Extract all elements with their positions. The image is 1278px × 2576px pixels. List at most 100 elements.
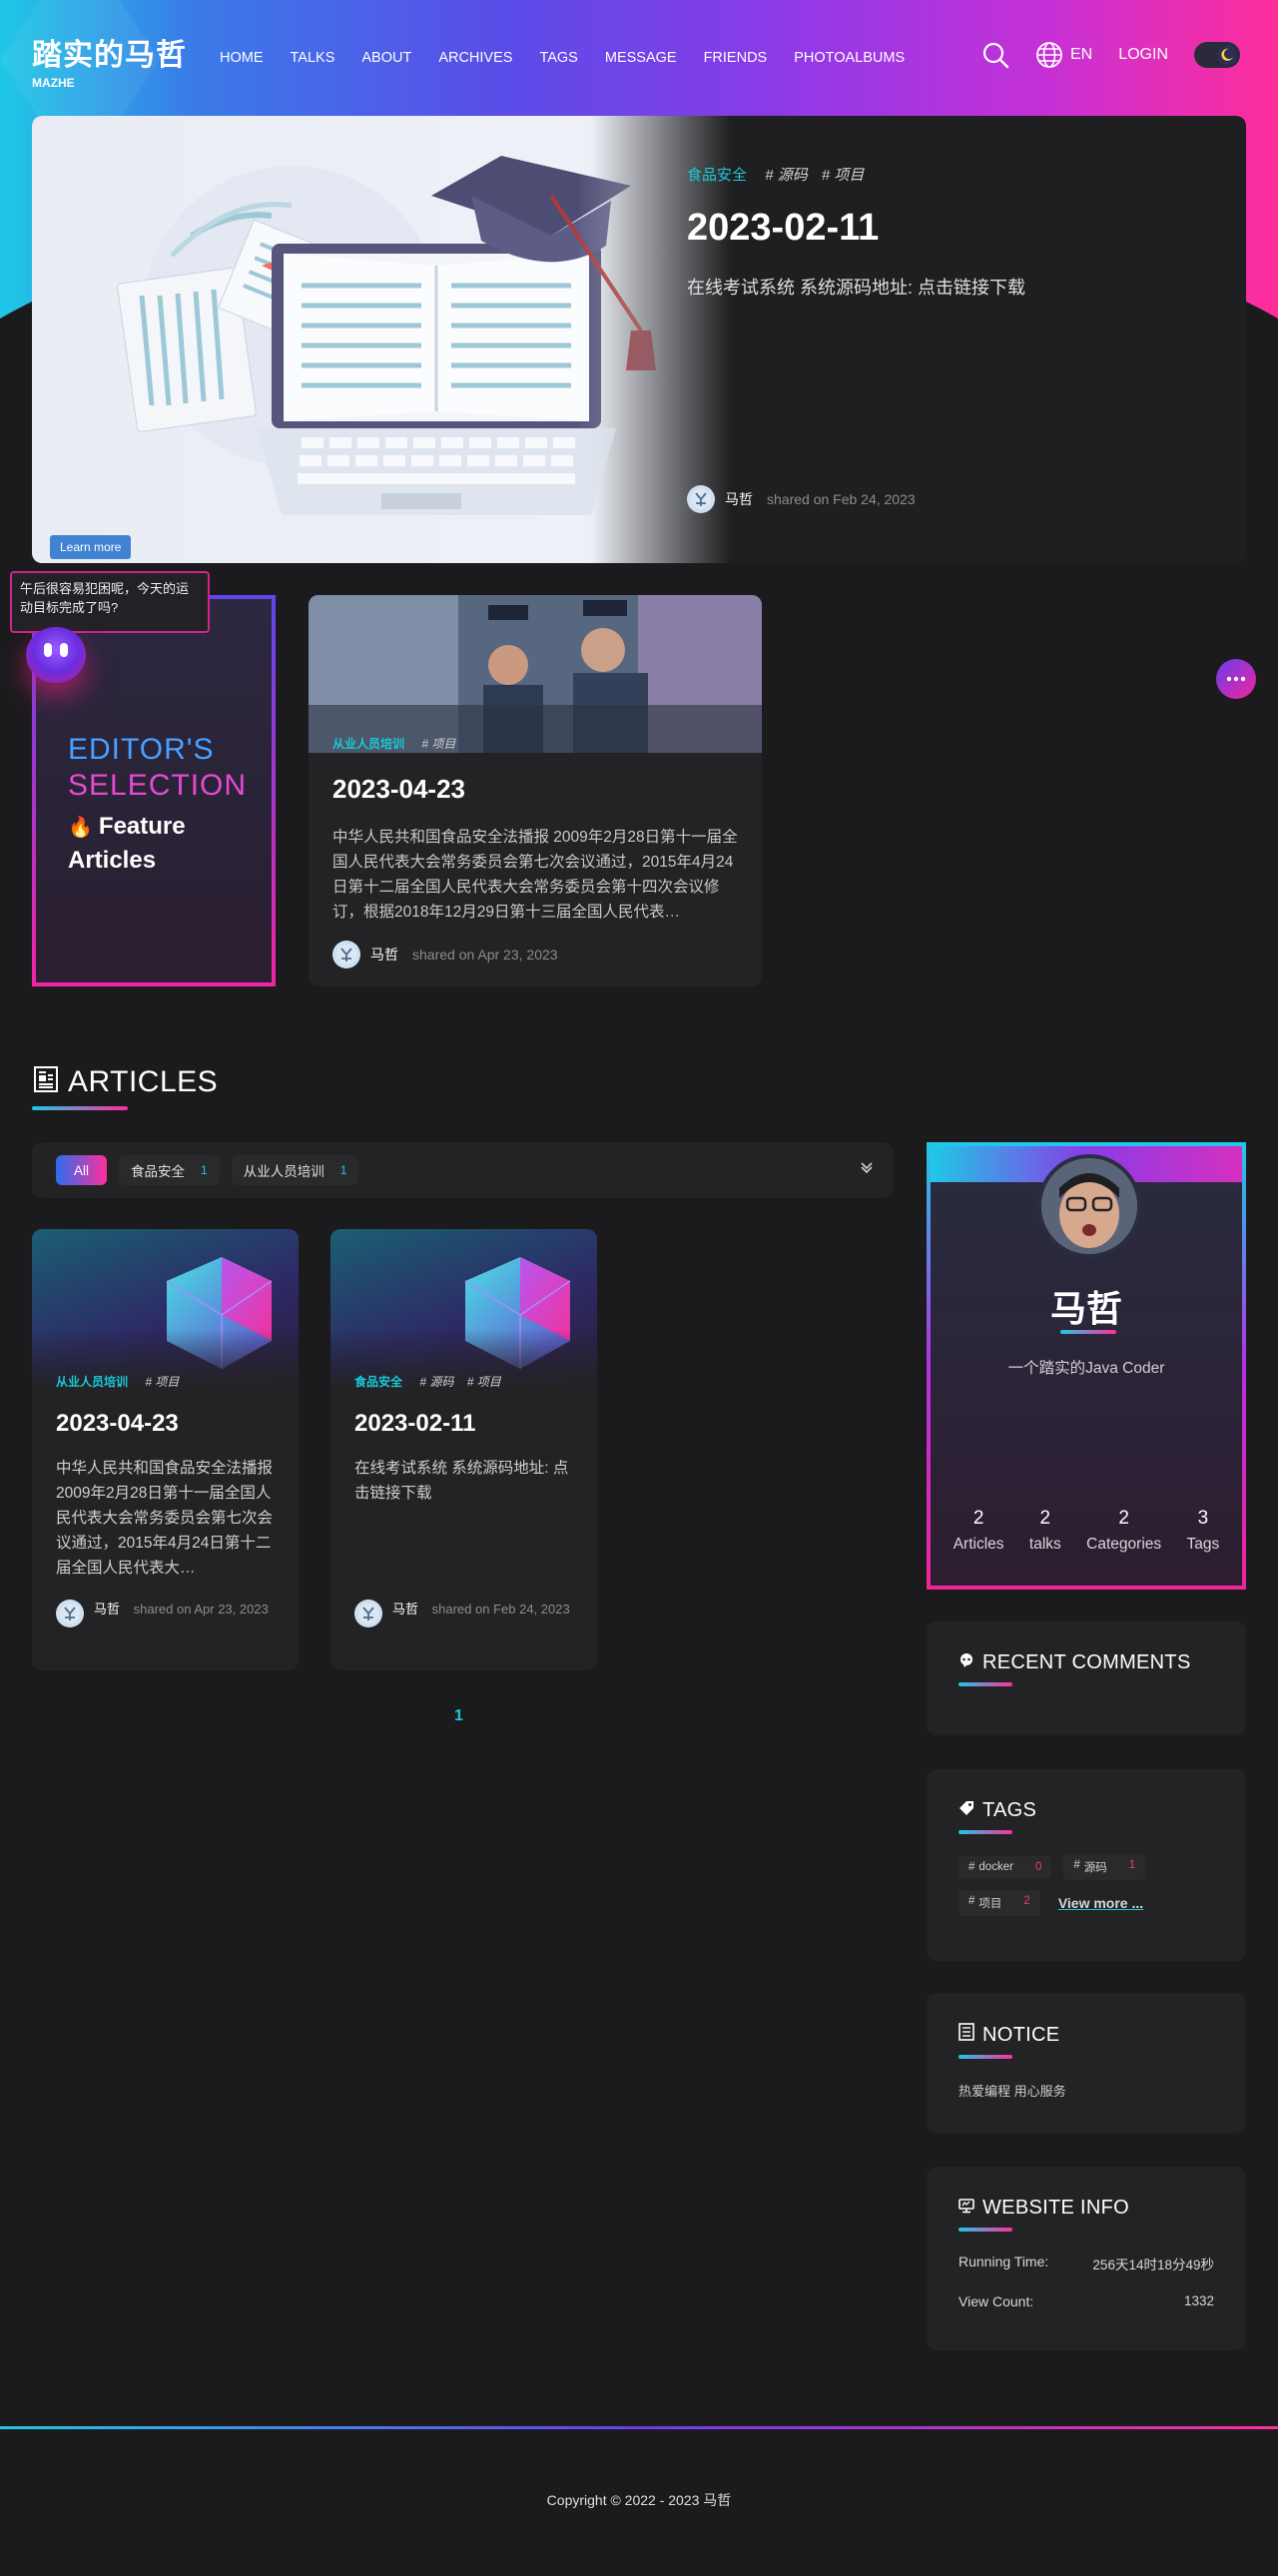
pagination-page-1[interactable]: 1 bbox=[454, 1707, 463, 1725]
filter-chip-all[interactable]: All bbox=[56, 1155, 108, 1185]
article-tag[interactable]: # 源码 bbox=[419, 1375, 453, 1389]
author-name[interactable]: 马哲 bbox=[370, 945, 398, 965]
stat-tags[interactable]: 3 Tags bbox=[1187, 1508, 1220, 1554]
section-underline bbox=[958, 2228, 1012, 2232]
stat-number: 2 bbox=[1118, 1508, 1129, 1529]
notice-title: NOTICE bbox=[982, 2023, 1060, 2046]
nav-item-about[interactable]: ABOUT bbox=[361, 50, 411, 66]
hero-illustration bbox=[32, 116, 731, 563]
articles-heading: ARTICLES bbox=[32, 1064, 218, 1099]
article-title[interactable]: 2023-02-11 bbox=[354, 1410, 573, 1438]
chevron-double-down-icon[interactable] bbox=[860, 1160, 874, 1179]
featured-hero-post[interactable]: 食品安全 # 源码 # 项目 2023-02-11 在线考试系统 系统源码地址:… bbox=[32, 116, 1246, 563]
author-name[interactable]: 马哲 bbox=[725, 489, 753, 509]
hero-category[interactable]: 食品安全 bbox=[687, 167, 747, 184]
editor-articles-label: Articles bbox=[68, 847, 157, 874]
fire-icon: 🔥 bbox=[68, 817, 93, 839]
author-name[interactable]: 马哲 bbox=[94, 1602, 120, 1616]
globe-icon[interactable] bbox=[1032, 38, 1066, 72]
mascot-robot-icon[interactable] bbox=[26, 627, 86, 683]
nav-item-tags[interactable]: TAGS bbox=[539, 50, 577, 66]
hero-post-info: 食品安全 # 源码 # 项目 2023-02-11 在线考试系统 系统源码地址:… bbox=[687, 164, 1206, 300]
view-count-label: View Count: bbox=[958, 2293, 1034, 2309]
stat-label: Articles bbox=[953, 1536, 1004, 1553]
article-category[interactable]: 食品安全 bbox=[354, 1375, 402, 1389]
language-switch[interactable]: EN bbox=[1070, 46, 1092, 64]
filter-chip-food-safety[interactable]: 食品安全 1 bbox=[119, 1155, 220, 1185]
filter-chip-count: 1 bbox=[201, 1163, 208, 1177]
featured-post-cover bbox=[309, 595, 762, 753]
login-button[interactable]: LOGIN bbox=[1118, 46, 1168, 64]
nav-item-archives[interactable]: ARCHIVES bbox=[438, 50, 512, 66]
filter-chip-staff-training[interactable]: 从业人员培训 1 bbox=[231, 1155, 359, 1185]
hero-post-excerpt: 在线考试系统 系统源码地址: 点击链接下载 bbox=[687, 278, 1026, 298]
running-time-label: Running Time: bbox=[958, 2254, 1049, 2269]
author-avatar bbox=[687, 485, 715, 513]
theme-toggle[interactable] bbox=[1194, 42, 1240, 68]
tag-item-docker[interactable]: # docker 0 bbox=[958, 1856, 1052, 1878]
article-category[interactable]: 从业人员培训 bbox=[56, 1375, 128, 1389]
section-underline bbox=[958, 1830, 1012, 1834]
article-excerpt: 在线考试系统 系统源码地址: 点击链接下载 bbox=[354, 1460, 569, 1502]
search-icon[interactable] bbox=[978, 38, 1012, 72]
article-tags: 从业人员培训 # 项目 bbox=[56, 1373, 275, 1390]
brand-title[interactable]: 踏实的马哲 bbox=[32, 30, 187, 74]
tag-count: 1 bbox=[1128, 1859, 1136, 1871]
featured-post-body: 从业人员培训 # 项目 2023-04-23 中华人民共和国食品安全法播报 20… bbox=[309, 735, 762, 968]
notice-icon bbox=[958, 2023, 974, 2047]
hero-post-title[interactable]: 2023-02-11 bbox=[687, 207, 1206, 250]
more-options-button[interactable] bbox=[1216, 659, 1256, 699]
article-tag[interactable]: # 项目 bbox=[467, 1375, 501, 1389]
article-card[interactable]: 食品安全 # 源码 # 项目 2023-02-11 在线考试系统 系统源码地址:… bbox=[330, 1229, 597, 1670]
notice-card: NOTICE 热爱编程 用心服务 bbox=[927, 1993, 1246, 2133]
moon-icon bbox=[1217, 45, 1237, 65]
robot-eye bbox=[60, 643, 68, 657]
featured-post-title[interactable]: 2023-04-23 bbox=[332, 774, 738, 805]
newspaper-icon bbox=[32, 1064, 60, 1099]
featured-post-card[interactable]: 从业人员培训 # 项目 2023-04-23 中华人民共和国食品安全法播报 20… bbox=[309, 595, 762, 986]
nav-item-home[interactable]: HOME bbox=[220, 50, 264, 66]
section-underline bbox=[958, 1682, 1012, 1686]
editor-title-line2: SELECTION bbox=[68, 769, 248, 802]
article-meta: 马哲 shared on Apr 23, 2023 bbox=[56, 1600, 275, 1627]
stat-categories[interactable]: 2 Categories bbox=[1086, 1508, 1161, 1554]
article-meta-text: 马哲 shared on Feb 24, 2023 bbox=[392, 1600, 570, 1618]
article-title[interactable]: 2023-04-23 bbox=[56, 1410, 275, 1438]
stat-articles[interactable]: 2 Articles bbox=[954, 1508, 1004, 1554]
article-meta-text: 马哲 shared on Apr 23, 2023 bbox=[94, 1600, 269, 1618]
hero-tags: 食品安全 # 源码 # 项目 bbox=[687, 164, 1206, 185]
author-avatar bbox=[354, 1600, 382, 1627]
recent-comments-title: RECENT COMMENTS bbox=[982, 1651, 1191, 1673]
stat-label: talks bbox=[1028, 1536, 1061, 1553]
nav-item-photoalbums[interactable]: PHOTOALBUMS bbox=[794, 50, 905, 66]
website-info-heading: WEBSITE INFO bbox=[958, 2197, 1214, 2220]
profile-avatar[interactable] bbox=[1037, 1154, 1141, 1258]
tag-item-source[interactable]: # 源码 1 bbox=[1063, 1854, 1146, 1880]
top-navigation: 踏实的马哲 MAZHE HOME TALKS ABOUT ARCHIVES TA… bbox=[0, 0, 1278, 115]
site-brand[interactable]: 踏实的马哲 MAZHE bbox=[32, 30, 187, 90]
featured-post-tag[interactable]: # 项目 bbox=[421, 737, 455, 751]
learn-more-button[interactable]: Learn more bbox=[50, 535, 132, 559]
view-more-tags-link[interactable]: View more ... bbox=[1058, 1895, 1143, 1911]
stat-talks[interactable]: 2 talks bbox=[1029, 1508, 1061, 1554]
view-count-value: 1332 bbox=[1183, 2293, 1214, 2308]
articles-title: ARTICLES bbox=[68, 1064, 219, 1098]
hero-tag[interactable]: # 源码 bbox=[765, 167, 808, 184]
filter-chip-label: 食品安全 bbox=[131, 1164, 186, 1179]
hero-tag[interactable]: # 项目 bbox=[822, 167, 865, 184]
featured-post-category[interactable]: 从业人员培训 bbox=[332, 737, 404, 751]
stat-number: 2 bbox=[972, 1508, 984, 1529]
nav-actions: EN LOGIN bbox=[978, 38, 1240, 72]
profile-underline bbox=[1060, 1330, 1116, 1334]
tag-item-project[interactable]: # 项目 2 bbox=[958, 1890, 1040, 1916]
post-date: shared on Apr 23, 2023 bbox=[133, 1602, 269, 1616]
nav-item-friends[interactable]: FRIENDS bbox=[704, 50, 768, 66]
nav-item-talks[interactable]: TALKS bbox=[291, 50, 335, 66]
nav-item-message[interactable]: MESSAGE bbox=[605, 50, 677, 66]
author-name[interactable]: 马哲 bbox=[392, 1602, 418, 1616]
website-info-card: WEBSITE INFO Running Time: 256天14时18分49秒… bbox=[927, 2167, 1246, 2350]
mascot-speech-bubble: 午后很容易犯困呢，今天的运动目标完成了吗? bbox=[10, 571, 210, 633]
article-tag[interactable]: # 项目 bbox=[145, 1375, 179, 1389]
featured-post-tags: 从业人员培训 # 项目 bbox=[332, 735, 738, 752]
article-card[interactable]: 从业人员培训 # 项目 2023-04-23 中华人民共和国食品安全法播报 20… bbox=[32, 1229, 299, 1670]
